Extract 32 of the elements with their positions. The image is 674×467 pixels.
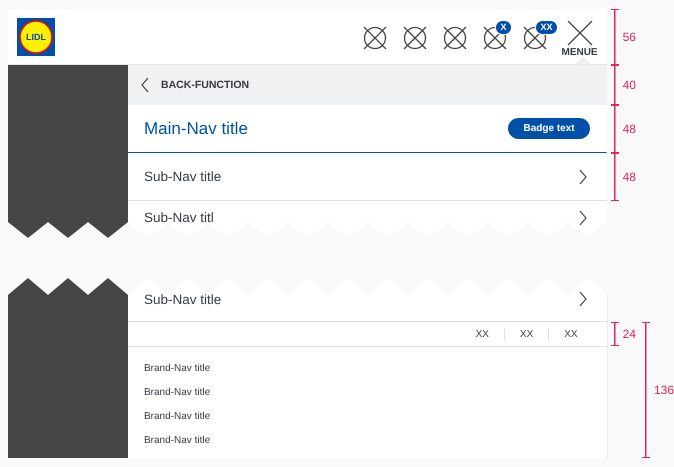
count-badge: XX: [535, 20, 558, 34]
dimension-bracket: [610, 322, 619, 346]
brand-nav-item[interactable]: Brand-Nav title: [144, 361, 591, 377]
sub-nav-item[interactable]: Sub-Nav title: [128, 278, 607, 322]
placeholder-icon[interactable]: [363, 26, 388, 50]
dimension-label: 48: [622, 170, 636, 184]
menu-button[interactable]: MENUE: [561, 21, 598, 58]
chevron-right-icon: [578, 210, 587, 226]
chevron-right-icon: [578, 291, 587, 307]
brand-nav-item[interactable]: Brand-Nav title: [144, 409, 591, 425]
dimension-label: 56: [622, 30, 636, 44]
close-icon: [566, 21, 593, 45]
badge: Badge text: [508, 118, 590, 139]
placeholder-icon[interactable]: [483, 26, 508, 50]
main-nav-title[interactable]: Main-Nav title: [144, 118, 248, 138]
logo[interactable]: LIDL: [17, 18, 55, 56]
brand-nav-item[interactable]: Brand-Nav title: [144, 433, 591, 449]
dimension-label: 24: [622, 327, 636, 341]
count-badge: X: [495, 20, 512, 34]
dimension-label: 136: [654, 383, 674, 397]
back-button[interactable]: BACK-FUNCTION: [128, 65, 607, 105]
sub-nav-item[interactable]: Sub-Nav title: [128, 153, 607, 201]
placeholder-icon[interactable]: [443, 26, 468, 50]
brand-nav-item[interactable]: Brand-Nav title: [144, 385, 591, 401]
dimension-label: 40: [622, 78, 636, 92]
meta-link[interactable]: XX: [504, 328, 548, 340]
chevron-left-icon: [141, 77, 149, 93]
meta-link[interactable]: XX: [548, 328, 593, 340]
placeholder-icon[interactable]: [403, 26, 428, 50]
meta-link[interactable]: XX: [460, 328, 504, 340]
chevron-right-icon: [578, 168, 587, 184]
dimension-label: 48: [622, 122, 636, 136]
